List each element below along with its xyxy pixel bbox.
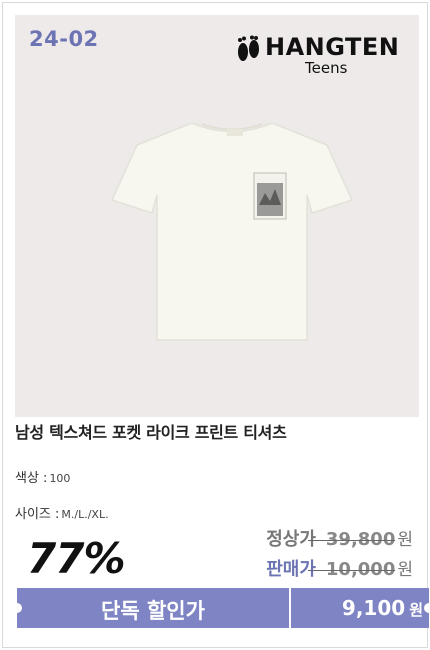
product-title: 남성 텍스쳐드 포켓 라이크 프린트 티셔츠	[15, 423, 287, 442]
deal-price-value: 9,100	[341, 596, 406, 620]
brand-logo: HANGTEN Teens	[235, 31, 400, 79]
tshirt-illustration	[110, 122, 354, 341]
regular-price-label: 정상가	[266, 529, 316, 550]
sale-price-row: 판매가 10,000 원	[266, 555, 413, 581]
product-card[interactable]: 24-02 HANGTEN Teens 남성 텍스쳐드 포켓 라이크 프린트 티…	[2, 2, 430, 648]
regular-price-unit: 원	[397, 530, 413, 550]
regular-price: 39,800	[307, 529, 396, 550]
size-option: 사이즈 : M./L./XL.	[15, 503, 109, 522]
ticket-notch-right	[424, 603, 430, 613]
brand-name: HANGTEN	[265, 33, 400, 61]
brand-subline: Teens	[305, 59, 348, 77]
sale-price-label: 판매가	[266, 559, 316, 580]
product-image[interactable]: 24-02 HANGTEN Teens	[15, 15, 419, 417]
footprint-icon	[238, 35, 259, 61]
sale-price: 10,000	[307, 559, 396, 580]
deal-price: 9,100 원	[291, 596, 423, 620]
size-label: 사이즈 :	[15, 507, 60, 522]
deal-price-unit: 원	[409, 601, 423, 619]
exclusive-deal-button[interactable]: 단독 할인가 9,100 원	[12, 588, 430, 628]
sale-price-unit: 원	[397, 560, 413, 580]
color-option: 색상 :100	[15, 467, 70, 486]
color-label: 색상 :	[15, 471, 48, 486]
size-value: M./L./XL.	[61, 508, 109, 521]
regular-price-row: 정상가 39,800 원	[266, 525, 413, 551]
discount-rate: 77%	[27, 534, 126, 583]
deal-label: 단독 할인가	[101, 599, 205, 623]
product-code: 24-02	[29, 27, 99, 51]
color-value: 100	[49, 472, 71, 485]
